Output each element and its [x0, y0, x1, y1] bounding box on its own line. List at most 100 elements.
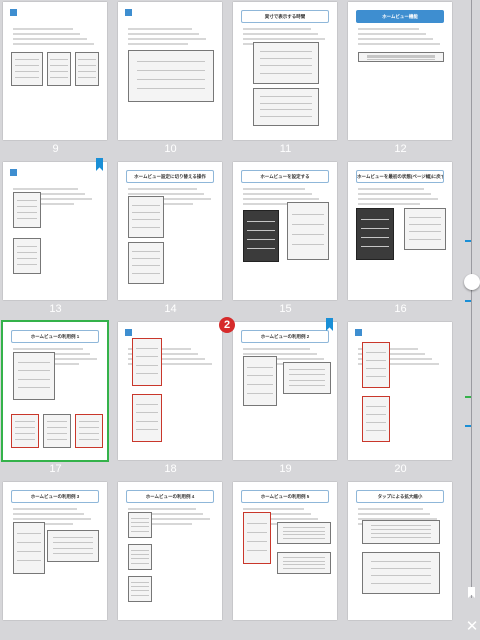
page-image [3, 2, 107, 140]
section-number-icon [125, 9, 132, 16]
page-image: ホームビューの利用例 3 [3, 482, 107, 620]
page-number: 14 [164, 303, 177, 315]
scroll-track [471, 0, 472, 598]
section-number-icon [355, 329, 362, 336]
page-thumbnail[interactable]: 10 [115, 0, 230, 160]
rail-bookmark-tick [465, 300, 471, 302]
page-heading: ホームビューの利用例 3 [11, 490, 99, 503]
screenshot-figure [277, 552, 331, 574]
page-thumbnail[interactable]: ホームビューの利用例 5 [230, 480, 345, 640]
screenshot-figure [13, 238, 41, 274]
screenshot-figure [404, 208, 446, 250]
page-image: タップによる拡大縮小 [348, 482, 452, 620]
screenshot-figure [47, 52, 71, 86]
page-image: ホームビューを最初の状態(ページ幅)に戻す [348, 162, 452, 300]
screenshot-figure [362, 520, 440, 544]
page-image: ホームビューの利用例 2 [233, 322, 337, 460]
screenshot-figure [128, 50, 214, 102]
page-heading: ホームビューの利用例 5 [241, 490, 329, 503]
screenshot-figure [13, 522, 45, 574]
rail-current-tick [465, 396, 471, 398]
page-thumbnail[interactable]: ホームビューの利用例 1 17 [0, 320, 115, 480]
close-icon[interactable]: ✕ [464, 618, 480, 634]
page-number: 11 [279, 143, 292, 155]
page-heading: ホームビューの利用例 1 [11, 330, 99, 343]
screenshot-figure [128, 512, 152, 538]
page-number: 18 [164, 463, 177, 475]
screenshot-figure [287, 202, 329, 260]
page-image [118, 322, 222, 460]
page-thumbnail[interactable]: 実寸で表示する時間 11 [230, 0, 345, 160]
page-image: ホームビュー機能 [348, 2, 452, 140]
page-number: 13 [49, 303, 62, 315]
screenshot-figure [362, 396, 390, 442]
page-thumbnail[interactable]: 20 [345, 320, 460, 480]
page-image [3, 162, 107, 300]
screenshot-figure [128, 544, 152, 570]
page-image: 実寸で表示する時間 [233, 2, 337, 140]
screenshot-figure [75, 52, 99, 86]
page-thumbnail[interactable]: ホームビューの利用例 3 [0, 480, 115, 640]
screenshot-figure [362, 552, 440, 594]
page-image: ホームビュー設定に切り替える操作 [118, 162, 222, 300]
screenshot-figure [132, 394, 162, 442]
page-thumbnail[interactable]: ホームビューを最初の状態(ページ幅)に戻す 16 [345, 160, 460, 320]
page-number: 9 [52, 143, 59, 155]
page-thumbnail[interactable]: ホームビュー機能 12 [345, 0, 460, 160]
page-thumbnail[interactable]: 9 [0, 0, 115, 160]
page-number: 10 [164, 143, 177, 155]
page-thumbnail[interactable]: ホームビューの利用例 4 [115, 480, 230, 640]
screenshot-figure [128, 196, 164, 238]
page-image: ホームビューの利用例 5 [233, 482, 337, 620]
screenshot-figure [243, 356, 277, 406]
page-thumbnail[interactable]: 13 [0, 158, 115, 320]
annotation-marker: 2 [219, 317, 235, 333]
page-thumbnail[interactable]: 18 [115, 320, 230, 480]
page-number: 20 [394, 463, 407, 475]
page-heading: ホームビューを設定する [241, 170, 329, 183]
page-heading: ホームビューの利用例 2 [241, 330, 329, 343]
page-number: 15 [279, 303, 292, 315]
page-heading: ホームビュー設定に切り替える操作 [126, 170, 214, 183]
page-heading: ホームビューを最初の状態(ページ幅)に戻す [356, 170, 444, 183]
screenshot-figure [43, 414, 71, 448]
section-number-icon [125, 329, 132, 336]
screenshot-figure [132, 338, 162, 386]
rail-bookmark-tick [465, 240, 471, 242]
page-number: 12 [394, 143, 407, 155]
page-image [118, 2, 222, 140]
page-heading: ホームビューの利用例 4 [126, 490, 214, 503]
screenshot-figure [128, 576, 152, 602]
page-number: 19 [279, 463, 292, 475]
page-image [348, 322, 452, 460]
screenshot-figure [243, 512, 271, 564]
page-thumbnail[interactable]: タップによる拡大縮小 [345, 480, 460, 640]
scroll-knob[interactable] [464, 274, 480, 290]
screenshot-figure [283, 362, 331, 394]
rail-bookmark-tick [465, 425, 471, 427]
screenshot-figure [253, 42, 319, 84]
page-heading: ホームビュー機能 [356, 10, 444, 23]
section-number-icon [10, 9, 17, 16]
page-thumbnail[interactable]: ホームビューの利用例 2 19 [230, 318, 345, 480]
screenshot-figure [13, 352, 55, 400]
page-number: 17 [49, 463, 62, 475]
screenshot-figure [277, 522, 331, 544]
page-thumbnail[interactable]: ホームビュー設定に切り替える操作 14 [115, 160, 230, 320]
page-thumbnail[interactable]: ホームビューを設定する 15 [230, 160, 345, 320]
screenshot-figure [362, 342, 390, 388]
screenshot-figure [11, 52, 43, 86]
page-image: ホームビューを設定する [233, 162, 337, 300]
page-number: 16 [394, 303, 407, 315]
screenshot-figure [356, 208, 394, 260]
screenshot-figure [243, 210, 279, 262]
screenshot-figure [253, 88, 319, 126]
screenshot-figure [47, 530, 99, 562]
screenshot-figure [75, 414, 103, 448]
page-image: ホームビューの利用例 4 [118, 482, 222, 620]
scroll-rail[interactable]: ✕ [462, 0, 480, 640]
section-number-icon [10, 169, 17, 176]
screenshot-figure [128, 242, 164, 284]
page-heading: 実寸で表示する時間 [241, 10, 329, 23]
screenshot-figure [11, 414, 39, 448]
